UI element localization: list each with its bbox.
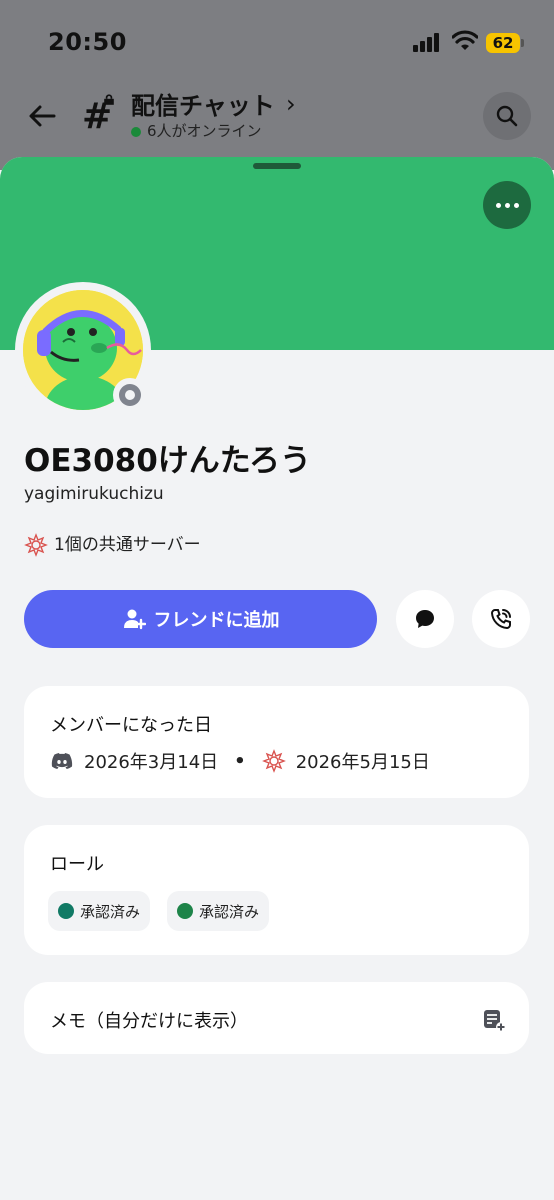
- channel-title[interactable]: 配信チャット: [131, 86, 275, 121]
- member-since-title: メンバーになった日: [50, 715, 212, 736]
- display-name: OE3080けんたろう: [24, 443, 311, 479]
- role-color-dot: [177, 903, 193, 919]
- status-time: 20:50: [48, 28, 127, 56]
- discord-logo-icon: [51, 753, 73, 769]
- avatar-container[interactable]: [15, 282, 151, 418]
- online-count: 6人がオンライン: [131, 120, 262, 141]
- server-icon: [261, 749, 286, 773]
- role-chip[interactable]: 承認済み: [48, 891, 151, 931]
- back-arrow-icon[interactable]: [26, 100, 58, 132]
- call-button[interactable]: [472, 590, 530, 648]
- add-friend-label: フレンドに追加: [153, 610, 280, 631]
- online-dot-icon: [131, 126, 141, 137]
- role-label: 承認済み: [199, 902, 260, 921]
- mutual-servers[interactable]: 1個の共通サーバー: [24, 530, 201, 557]
- roles-card: ロール 承認済み 承認済み: [24, 825, 529, 955]
- battery-tip: [521, 39, 524, 47]
- add-friend-button[interactable]: フレンドに追加: [24, 590, 377, 648]
- date-separator: •: [234, 750, 246, 772]
- search-button[interactable]: [483, 92, 531, 140]
- status-bar: 20:50 62: [0, 0, 554, 88]
- status-indicator: [113, 378, 147, 412]
- more-options-button[interactable]: [483, 181, 531, 229]
- role-chip[interactable]: 承認済み: [167, 891, 270, 931]
- chevron-right-icon[interactable]: ›: [286, 90, 296, 118]
- battery-indicator: 62: [486, 33, 520, 53]
- online-count-text: 6人がオンライン: [147, 122, 262, 140]
- cellular-signal-icon: [413, 32, 443, 52]
- add-note-icon[interactable]: [482, 1008, 506, 1032]
- lock-icon: [104, 94, 114, 105]
- more-dots-icon: [496, 203, 501, 208]
- profile-sheet: OE3080けんたろう yagimirukuchizu 1個の共通サーバー フレ…: [0, 157, 554, 1200]
- offline-status-icon: [119, 384, 141, 406]
- channel-header: # 配信チャット › 6人がオンライン: [0, 82, 554, 152]
- member-since-row: 2026年3月14日 • 2026年5月15日: [50, 748, 430, 774]
- drag-handle[interactable]: [253, 163, 301, 169]
- server-join-date: 2026年5月15日: [295, 752, 430, 773]
- role-label: 承認済み: [80, 902, 141, 921]
- note-card[interactable]: メモ（自分だけに表示）: [24, 982, 529, 1054]
- message-button[interactable]: [396, 590, 454, 648]
- member-since-card: メンバーになった日 2026年3月14日 • 2026年5月15日: [24, 686, 529, 798]
- server-icon: [24, 533, 48, 557]
- chat-bubble-icon: [416, 610, 434, 628]
- search-icon: [496, 105, 518, 127]
- phone-call-icon: [490, 609, 511, 630]
- username: yagimirukuchizu: [24, 484, 164, 504]
- wifi-icon: [452, 30, 478, 50]
- roles-title: ロール: [50, 854, 104, 875]
- discord-join-date: 2026年3月14日: [84, 752, 219, 773]
- mutual-servers-text: 1個の共通サーバー: [54, 535, 201, 555]
- note-label: メモ（自分だけに表示）: [50, 1011, 248, 1032]
- role-color-dot: [58, 903, 74, 919]
- add-friend-icon: [123, 609, 146, 630]
